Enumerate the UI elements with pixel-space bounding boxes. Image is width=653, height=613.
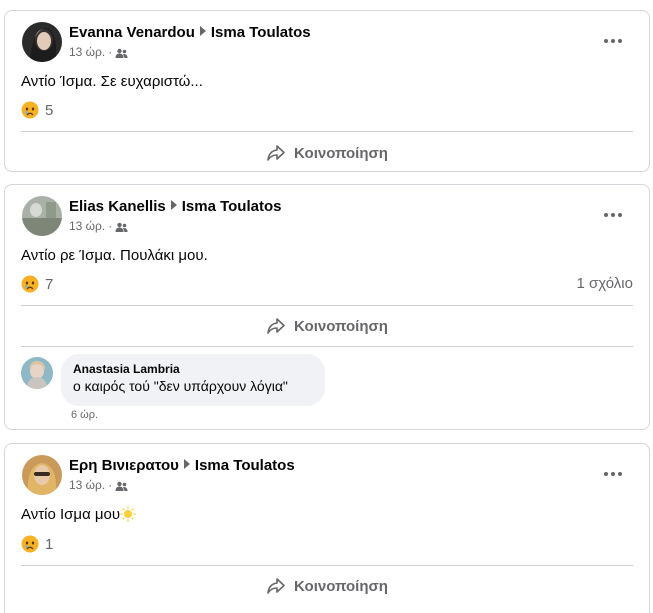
- divider: [21, 131, 633, 132]
- timestamp[interactable]: 13 ώρ.: [69, 45, 105, 59]
- friends-icon[interactable]: [115, 48, 128, 58]
- target-name[interactable]: Isma Toulatos: [182, 198, 282, 215]
- arrow-right-icon: [170, 200, 177, 210]
- share-label: Κοινοποίηση: [294, 577, 388, 595]
- post-meta: 13 ώρ. ·: [69, 219, 128, 233]
- avatar[interactable]: [22, 455, 62, 495]
- sun-emoji-icon: [120, 506, 136, 522]
- reaction-count: 1: [45, 535, 54, 553]
- target-name[interactable]: Isma Toulatos: [195, 457, 295, 474]
- share-button[interactable]: Κοινοποίηση: [5, 315, 649, 337]
- author-name[interactable]: Elias Kanellis: [69, 198, 166, 215]
- post-header: Evanna Venardou Isma Toulatos: [69, 24, 311, 41]
- share-button[interactable]: Κοινοποίηση: [5, 142, 649, 164]
- share-button[interactable]: Κοινοποίηση: [5, 575, 649, 597]
- reactions[interactable]: 7: [21, 274, 53, 294]
- post-text-content: Αντίο Ισμα μου: [21, 506, 121, 523]
- post-card: Evanna Venardou Isma Toulatos 13 ώρ. · Αντ…: [4, 10, 650, 172]
- friends-icon[interactable]: [115, 481, 128, 491]
- post-text: Αντίο Ίσμα. Σε ευχαριστώ...: [21, 73, 203, 90]
- post-card: Elias Kanellis Isma Toulatos 13 ώρ. · Αντί…: [4, 184, 650, 430]
- reaction-count: 7: [45, 275, 54, 293]
- avatar[interactable]: [22, 22, 62, 62]
- more-options-button[interactable]: [603, 31, 623, 51]
- comment-bubble: Anastasia Lambria ο καιρός τού "δεν υπάρ…: [61, 354, 325, 406]
- post-text: Αντίο ρε Ίσμα. Πουλάκι μου.: [21, 247, 208, 264]
- post-text: Αντίο Ισμα μου: [21, 506, 136, 523]
- post-header: Ερη Βινιερατου Isma Toulatos: [69, 457, 295, 474]
- share-label: Κοινοποίηση: [294, 317, 388, 335]
- commenter-name[interactable]: Anastasia Lambria: [73, 362, 313, 376]
- post-meta: 13 ώρ. ·: [69, 45, 128, 59]
- reactions[interactable]: 5: [21, 100, 53, 120]
- timestamp[interactable]: 13 ώρ.: [69, 219, 105, 233]
- divider: [21, 305, 633, 306]
- commenter-avatar[interactable]: [21, 357, 53, 389]
- share-arrow-icon: [267, 318, 285, 334]
- reaction-count: 5: [45, 101, 54, 119]
- author-name[interactable]: Evanna Venardou: [69, 24, 195, 41]
- post-card: Ερη Βινιερατου Isma Toulatos 13 ώρ. · Αντί…: [4, 443, 650, 613]
- post-meta: 13 ώρ. ·: [69, 478, 128, 492]
- author-name[interactable]: Ερη Βινιερατου: [69, 457, 179, 474]
- comment-text: ο καιρός τού "δεν υπάρχουν λόγια": [73, 378, 288, 394]
- arrow-right-icon: [183, 459, 190, 469]
- sad-face-icon: [21, 535, 39, 553]
- avatar[interactable]: [22, 196, 62, 236]
- share-arrow-icon: [267, 145, 285, 161]
- share-arrow-icon: [267, 578, 285, 594]
- comments-count-link[interactable]: 1 σχόλιο: [577, 275, 633, 292]
- share-label: Κοινοποίηση: [294, 144, 388, 162]
- divider: [21, 565, 633, 566]
- post-header: Elias Kanellis Isma Toulatos: [69, 198, 281, 215]
- more-options-button[interactable]: [603, 205, 623, 225]
- sad-face-icon: [21, 275, 39, 293]
- sad-face-icon: [21, 101, 39, 119]
- divider: [21, 346, 633, 347]
- timestamp[interactable]: 13 ώρ.: [69, 478, 105, 492]
- target-name[interactable]: Isma Toulatos: [211, 24, 311, 41]
- comment-timestamp[interactable]: 6 ώρ.: [71, 409, 98, 421]
- more-options-button[interactable]: [603, 464, 623, 484]
- reactions[interactable]: 1: [21, 534, 53, 554]
- friends-icon[interactable]: [115, 222, 128, 232]
- arrow-right-icon: [199, 26, 206, 36]
